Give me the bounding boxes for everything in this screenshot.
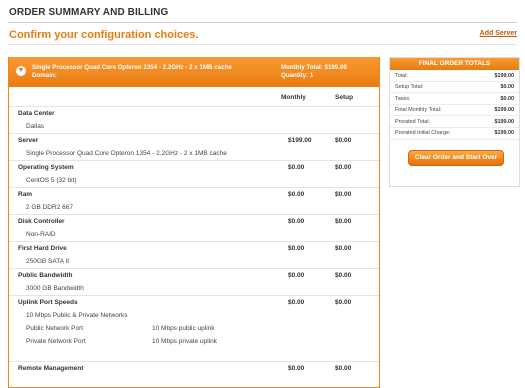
totals-label: Taxes: (395, 95, 411, 102)
monthly-price: $0.00 (288, 218, 305, 225)
monthly-price: $0.00 (288, 299, 305, 306)
setup-price: $0.00 (335, 137, 352, 144)
config-row: First Hard Drive $0.00 $0.00 (9, 241, 379, 255)
config-detail-row: Public Network Port 10 Mbps public uplink (9, 322, 379, 335)
config-row: Ram $0.00 $0.00 (9, 187, 379, 201)
setup-price: $0.00 (335, 191, 352, 198)
collapse-icon[interactable]: ▼ (16, 66, 26, 76)
setup-price: $0.00 (335, 245, 352, 252)
totals-row: Final Monthly Total: $199.00 (390, 105, 519, 117)
setup-price: $0.00 (335, 218, 352, 225)
totals-value: $199.00 (494, 107, 515, 114)
config-extra-value: 10 Mbps private uplink (152, 338, 218, 345)
totals-value: $0.00 (500, 84, 515, 91)
product-domain: Domain: (32, 72, 57, 79)
config-value: CentOS 5 (32 bit) (26, 177, 77, 184)
page-title: ORDER SUMMARY AND BILLING (9, 7, 169, 18)
config-value: 2 GB DDR2 667 (26, 204, 73, 211)
config-detail-row (9, 348, 379, 361)
setup-column-header: Setup (335, 94, 354, 101)
totals-row: Total: $199.00 (390, 70, 519, 82)
totals-label: Final Monthly Total: (395, 107, 442, 114)
config-value: 3000 GB Bandwidth (26, 285, 84, 292)
totals-row: Prorated Total: $199.00 (390, 116, 519, 128)
config-rows: Data Center Dallas Server $199.00 $0.00 Singl… (9, 106, 379, 375)
setup-price: $0.00 (335, 164, 352, 171)
add-server-link[interactable]: Add Server (480, 30, 517, 37)
totals-label: Total: (395, 72, 408, 79)
config-value: 250GB SATA II (26, 258, 70, 265)
config-row: Public Bandwidth $0.00 $0.00 (9, 268, 379, 282)
config-row: Data Center (9, 106, 379, 120)
config-value: Dallas (26, 123, 45, 130)
totals-value: $199.00 (494, 72, 515, 79)
config-label: Disk Controller (18, 218, 65, 225)
config-label: Ram (18, 191, 33, 198)
totals-list: Total: $199.00 Setup Total: $0.00 Taxes: $0.0… (390, 70, 519, 140)
config-label: Data Center (18, 110, 55, 117)
totals-value: $0.00 (500, 95, 515, 102)
config-value: Single Processor Quad Core Opteron 1354 … (26, 150, 227, 157)
config-row: Uplink Port Speeds $0.00 $0.00 (9, 295, 379, 309)
totals-label: Setup Total: (395, 84, 424, 91)
monthly-price: $0.00 (288, 245, 305, 252)
config-extra-value: 10 Mbps public uplink (152, 325, 215, 332)
config-label: Operating System (18, 164, 74, 171)
totals-value: $199.00 (494, 118, 515, 125)
totals-value: $199.00 (494, 130, 515, 137)
totals-row: Setup Total: $0.00 (390, 82, 519, 94)
totals-label: Prorated Initial Charge: (395, 130, 451, 137)
config-detail-row: 3000 GB Bandwidth (9, 282, 379, 295)
config-label: First Hard Drive (18, 245, 67, 252)
config-detail-row: Dallas (9, 120, 379, 133)
config-value: 10 Mbps Public & Private Networks (26, 312, 128, 319)
config-row: Remote Management $0.00 $0.00 (9, 361, 379, 375)
config-label: Server (18, 137, 39, 144)
column-headers: Monthly Setup (9, 94, 379, 106)
setup-price: $0.00 (335, 299, 352, 306)
config-label: Public Bandwidth (18, 272, 73, 279)
title-divider (8, 22, 517, 23)
config-detail-row: Single Processor Quad Core Opteron 1354 … (9, 147, 379, 160)
totals-row: Prorated Initial Charge: $199.00 (390, 128, 519, 140)
totals-label: Prorated Total: (395, 118, 430, 125)
config-row: Disk Controller $0.00 $0.00 (9, 214, 379, 228)
config-detail-row: 2 GB DDR2 667 (9, 201, 379, 214)
config-detail-row: Non-RAID (9, 228, 379, 241)
final-order-totals-panel: FINAL ORDER TOTALS Total: $199.00 Setup To… (389, 57, 520, 187)
quantity: Quantity: 1 (281, 72, 314, 79)
totals-title: FINAL ORDER TOTALS (390, 58, 519, 70)
monthly-price: $199.00 (288, 137, 312, 144)
config-detail-row: 10 Mbps Public & Private Networks (9, 309, 379, 322)
config-value: Non-RAID (26, 231, 56, 238)
config-value: Public Network Port (26, 325, 84, 332)
order-header[interactable]: ▼ Single Processor Quad Core Opteron 135… (9, 57, 379, 87)
config-detail-row: Private Network Port 10 Mbps private upli… (9, 335, 379, 348)
monthly-price: $0.00 (288, 164, 305, 171)
monthly-column-header: Monthly (281, 94, 306, 101)
monthly-price: $0.00 (288, 272, 305, 279)
page-subtitle: Confirm your configuration choices. (9, 29, 199, 41)
config-detail-row: 250GB SATA II (9, 255, 379, 268)
config-label: Remote Management (18, 365, 84, 372)
config-value: Private Network Port (26, 338, 86, 345)
setup-price: $0.00 (335, 272, 352, 279)
config-detail-row: CentOS 5 (32 bit) (9, 174, 379, 187)
config-row: Operating System $0.00 $0.00 (9, 160, 379, 174)
setup-price: $0.00 (335, 365, 352, 372)
monthly-price: $0.00 (288, 365, 305, 372)
totals-row: Taxes: $0.00 (390, 93, 519, 105)
clear-order-button[interactable]: Clear Order and Start Over (408, 150, 504, 166)
order-panel: ▼ Single Processor Quad Core Opteron 135… (8, 57, 380, 388)
config-label: Uplink Port Speeds (18, 299, 78, 306)
product-name: Single Processor Quad Core Opteron 1354 … (32, 64, 232, 71)
monthly-total: Monthly Total: $199.00 (281, 64, 347, 71)
config-row: Server $199.00 $0.00 (9, 133, 379, 147)
subtitle-divider (8, 44, 517, 45)
monthly-price: $0.00 (288, 191, 305, 198)
